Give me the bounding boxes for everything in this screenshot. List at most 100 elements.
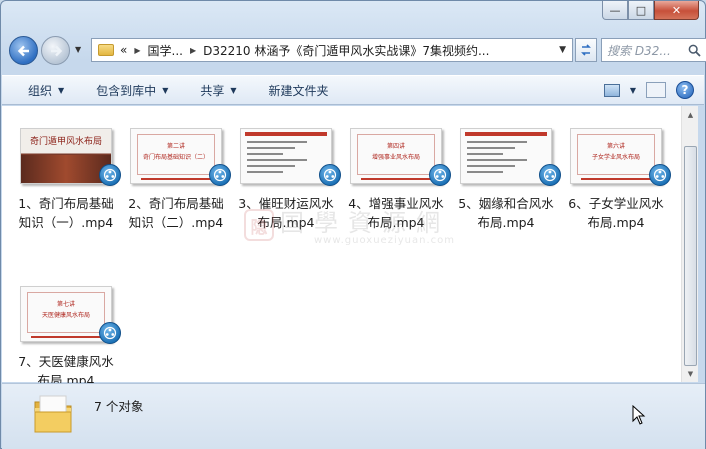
thumbnail-header-bar [245,132,327,136]
file-item[interactable]: 第二讲奇门布局基础知识（二） 2、奇门布局基础 知识（二）.mp4 [122,128,231,232]
thumbnail-text-line [247,159,307,161]
folder-icon [98,44,114,56]
thumbnail-text-line [247,141,307,143]
thumbnail-footer-bar [141,178,211,180]
thumbnail-text-line [247,153,283,155]
thumbnail-title: 奇门遁甲风水布局 [29,137,102,147]
video-player-icon [539,164,561,186]
file-list[interactable]: 奇门遁甲风水布局 1、奇门布局基础 知识（一）.mp4 第二讲奇门布局基础知识（二） 2… [2,106,681,388]
preview-pane-icon[interactable] [646,82,666,98]
thumbnail-header-bar [465,132,547,136]
search-icon [688,44,701,57]
file-name-line: 7、天医健康风水 [18,354,114,369]
file-name: 4、增强事业风水 布局.mp4 [342,194,450,232]
change-view-icon[interactable] [603,83,620,97]
thumbnail-text-line [467,153,503,155]
file-name-line: 布局.mp4 [587,215,645,230]
chevron-down-icon: ▼ [58,85,65,95]
folder-icon [34,395,72,433]
thumbnail-footer-bar [31,336,101,338]
file-name-line: 6、子女学业风水 [568,196,664,211]
video-player-icon [209,164,231,186]
file-name-line: 布局.mp4 [367,215,425,230]
video-player-icon [99,164,121,186]
scroll-down-icon[interactable]: ▼ [682,365,699,382]
chevron-down-icon[interactable]: ▼ [630,86,636,95]
thumbnail-text-line [467,147,515,149]
thumbnail-lesson-title: 子女学业风水布局 [591,154,640,161]
breadcrumb-separator-icon[interactable]: ▶ [190,46,196,55]
organize-label: 组织 [28,83,53,98]
file-name: 5、姻缘和合风水 布局.mp4 [452,194,560,232]
navigation-bar: ▼ « ▶ 国学... ▶ D32210 林涵予《奇门遁甲风水实战课》7集视频约… [9,33,706,67]
file-name-line: 3、催旺财运风水 [238,196,334,211]
file-name-line: 知识（二）.mp4 [128,215,224,230]
thumbnail-lesson-number: 第四讲 [386,143,405,150]
toolbar-right: ▼ ? [603,81,694,99]
thumbnail-lesson-number: 第二讲 [166,143,185,150]
thumbnail-lesson-number: 第六讲 [606,143,625,150]
vertical-scrollbar[interactable]: ▲ ▼ [681,106,698,382]
file-item[interactable]: 5、姻缘和合风水 布局.mp4 [452,128,561,232]
file-item[interactable]: 奇门遁甲风水布局 1、奇门布局基础 知识（一）.mp4 [12,128,121,232]
file-item[interactable]: 第七讲 天医健康风水布局 7、天医健康风水 布局.mp4 [12,286,121,390]
maximize-button[interactable]: □ [628,1,654,20]
help-icon[interactable]: ? [676,81,694,99]
thumbnail-text-line [467,159,527,161]
file-name: 6、子女学业风水 布局.mp4 [562,194,670,232]
file-name-line: 2、奇门布局基础 [128,196,224,211]
share-label: 共享 [200,83,225,98]
caption-buttons: — □ ✕ [602,1,699,20]
refresh-button[interactable] [575,38,597,62]
item-count: 7 个对象 [94,399,144,414]
mouse-pointer-icon [632,405,646,425]
thumbnail-text-line [467,165,515,167]
new-folder-label: 新建文件夹 [268,83,329,98]
file-name: 2、奇门布局基础 知识（二）.mp4 [122,194,230,232]
breadcrumb-item-current[interactable]: D32210 林涵予《奇门遁甲风水实战课》7集视频约... [203,42,489,59]
thumbnail-lesson-number: 第七讲 [56,301,75,308]
palace-image [21,155,111,183]
video-player-icon [99,322,121,344]
address-bar[interactable]: « ▶ 国学... ▶ D32210 林涵予《奇门遁甲风水实战课》7集视频约..… [91,38,573,62]
close-button[interactable]: ✕ [654,1,699,20]
file-item[interactable]: 第六讲子女学业风水布局 6、子女学业风水 布局.mp4 [562,128,671,232]
new-folder-button[interactable]: 新建文件夹 [269,82,329,99]
breadcrumb: « ▶ 国学... ▶ D32210 林涵予《奇门遁甲风水实战课》7集视频约..… [120,42,489,59]
video-player-icon [319,164,341,186]
scrollbar-thumb[interactable] [684,146,697,366]
file-name-line: 4、增强事业风水 [348,196,444,211]
file-name-line: 知识（一）.mp4 [18,215,114,230]
thumbnail-text-line [247,165,295,167]
breadcrumb-separator-icon[interactable]: ▶ [134,46,140,55]
arrow-left-icon [17,45,29,56]
minimize-button[interactable]: — [602,1,628,20]
file-name: 3、催旺财运风水 布局.mp4 [232,194,340,232]
file-name-line: 5、姻缘和合风水 [458,196,554,211]
recent-pages-dropdown[interactable]: ▼ [75,45,81,54]
scroll-up-icon[interactable]: ▲ [682,106,699,123]
explorer-window: — □ ✕ ▼ « ▶ 国学... ▶ D32210 林涵予《奇门遁甲风水实战课… [0,0,706,449]
video-player-icon [429,164,451,186]
breadcrumb-overflow[interactable]: « [120,43,127,57]
refresh-icon [581,44,591,56]
file-item[interactable]: 第四讲 增强事业风水布局 4、增强事业风水 布局.mp4 [342,128,451,232]
chevron-down-icon: ▼ [230,85,237,95]
arrow-right-icon [50,45,62,56]
search-input[interactable]: 搜索 D32... [601,38,706,62]
share-menu[interactable]: 共享 ▼ [200,82,236,99]
file-item[interactable]: 3、催旺财运风水 布局.mp4 [232,128,341,232]
thumbnail-lesson-title: 奇门布局基础知识（二） [142,154,209,161]
back-button[interactable] [9,36,38,65]
file-name-line: 布局.mp4 [477,215,535,230]
breadcrumb-item-guoxue[interactable]: 国学... [148,42,183,59]
address-history-dropdown[interactable]: ▼ [559,45,566,55]
include-in-library-menu[interactable]: 包含到库中 ▼ [96,82,168,99]
thumbnail-lesson-title: 天医健康风水布局 [41,312,90,319]
file-name: 1、奇门布局基础 知识（一）.mp4 [12,194,120,232]
thumbnail-text-line [247,171,283,173]
include-library-label: 包含到库中 [96,83,157,98]
forward-button[interactable] [41,36,70,65]
thumbnail-footer-bar [361,178,431,180]
organize-menu[interactable]: 组织 ▼ [28,82,64,99]
